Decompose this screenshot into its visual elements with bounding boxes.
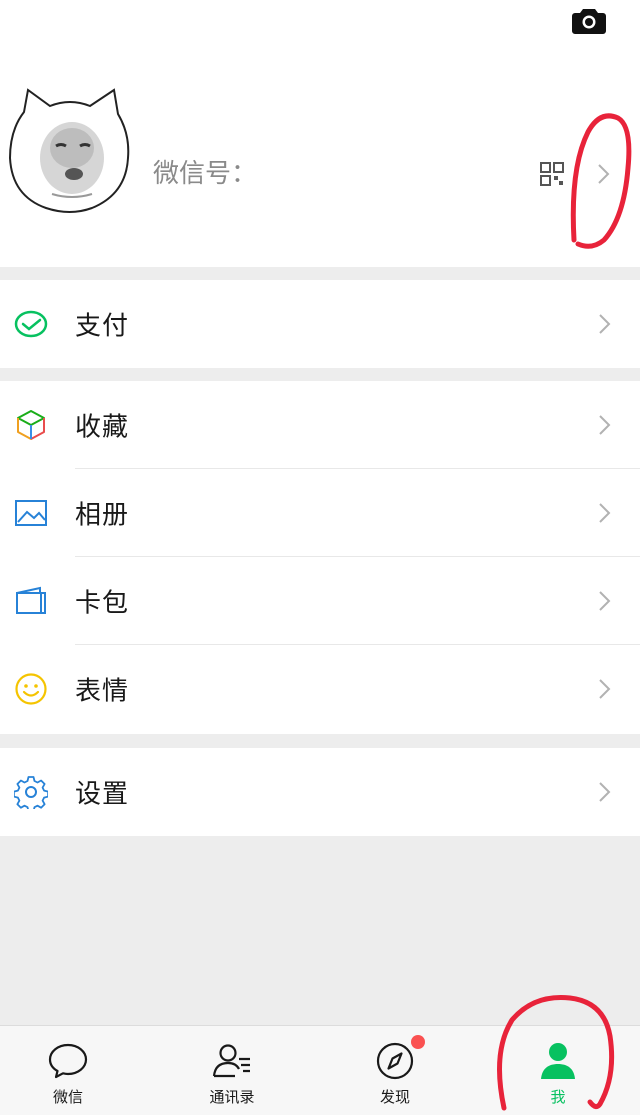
tab-label: 微信 [52, 1088, 83, 1106]
tab-label: 我 [550, 1088, 566, 1106]
wallet-icon [16, 586, 46, 614]
smile-icon [15, 673, 47, 705]
qr-code-icon[interactable] [540, 162, 564, 186]
menu-item-label: 设置 [75, 779, 130, 810]
menu-item-label: 卡包 [75, 588, 130, 619]
tab-chats[interactable]: 微信 [8, 1026, 128, 1115]
pay-icon [14, 310, 48, 338]
camera-button[interactable] [568, 5, 610, 37]
chevron-right-icon [599, 314, 611, 334]
menu-item-label: 收藏 [75, 412, 130, 443]
chevron-right-icon [599, 782, 611, 802]
settings-section: 设置 [0, 748, 640, 836]
profile-header[interactable]: 微信号： [0, 0, 640, 267]
chevron-right-icon [599, 503, 611, 523]
chevron-right-icon[interactable] [596, 162, 612, 186]
menu-item-cards[interactable]: 卡包 [0, 557, 640, 645]
contacts-icon [212, 1044, 250, 1078]
person-icon [541, 1043, 575, 1079]
chevron-right-icon [599, 591, 611, 611]
tab-contacts[interactable]: 通讯录 [172, 1026, 292, 1115]
menu-item-stickers[interactable]: 表情 [0, 645, 640, 733]
menu-item-label: 相册 [75, 500, 130, 531]
menu-item-album[interactable]: 相册 [0, 469, 640, 557]
picture-icon [15, 500, 47, 526]
menu-item-label: 支付 [75, 311, 130, 342]
avatar[interactable] [6, 86, 134, 218]
cube-icon [17, 410, 45, 440]
gear-icon [14, 776, 48, 809]
menu-item-pay[interactable]: 支付 [0, 280, 640, 368]
notification-badge [411, 1035, 425, 1049]
menu-item-settings[interactable]: 设置 [0, 748, 640, 836]
tools-section: 收藏 相册 卡包 表情 [0, 381, 640, 734]
pay-section: 支付 [0, 280, 640, 368]
menu-item-label: 表情 [75, 676, 130, 707]
bottom-tab-bar: 微信 通讯录 发现 我 [0, 1025, 640, 1115]
tab-me[interactable]: 我 [498, 1026, 618, 1115]
menu-item-favorites[interactable]: 收藏 [0, 381, 640, 469]
camera-icon [572, 9, 606, 34]
chevron-right-icon [599, 679, 611, 699]
chevron-right-icon [599, 415, 611, 435]
tab-discover[interactable]: 发现 [335, 1026, 455, 1115]
wechat-id-label: 微信号： [153, 159, 258, 189]
compass-icon [376, 1042, 414, 1080]
chat-bubble-icon [48, 1043, 88, 1079]
tab-label: 发现 [379, 1088, 410, 1106]
tab-label: 通讯录 [209, 1088, 255, 1106]
